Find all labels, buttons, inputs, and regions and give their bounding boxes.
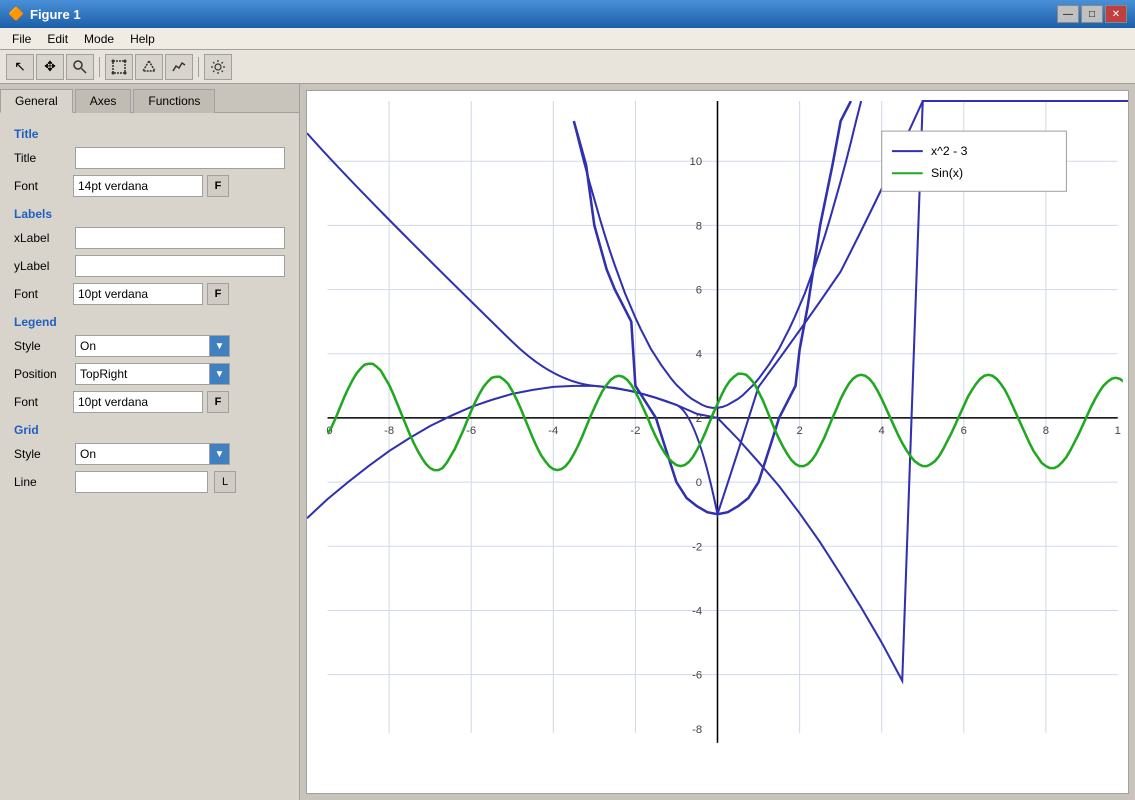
svg-text:8: 8 xyxy=(1043,425,1049,437)
labels-section-heading: Labels xyxy=(14,207,285,221)
menu-edit[interactable]: Edit xyxy=(39,30,76,48)
svg-text:2: 2 xyxy=(796,425,802,437)
toolbar-separator-1 xyxy=(99,57,100,77)
svg-text:-6: -6 xyxy=(466,425,476,437)
svg-text:-6: -6 xyxy=(692,670,702,682)
legend-label-2: Sin(x) xyxy=(931,166,963,180)
svg-text:10: 10 xyxy=(690,156,703,168)
svg-text:-8: -8 xyxy=(384,425,394,437)
ylabel-label: yLabel xyxy=(14,259,69,273)
labels-font-button[interactable]: F xyxy=(207,283,229,305)
svg-text:-2: -2 xyxy=(630,425,640,437)
labels-font-row: Font 10pt verdana F xyxy=(14,283,285,305)
legend-position-value: TopRight xyxy=(76,367,209,381)
tab-general[interactable]: General xyxy=(0,89,73,113)
legend-position-label: Position xyxy=(14,367,69,381)
grid-line-button[interactable]: L xyxy=(214,471,236,493)
tab-bar: General Axes Functions xyxy=(0,84,299,113)
svg-text:-2: -2 xyxy=(692,541,702,553)
title-bar-left: 🔶 Figure 1 xyxy=(8,6,81,22)
title-label: Title xyxy=(14,151,69,165)
grid-style-arrow[interactable]: ▼ xyxy=(209,444,229,464)
title-font-row: Font 14pt verdana F xyxy=(14,175,285,197)
grid-line-label: Line xyxy=(14,475,69,489)
grid-style-value: On xyxy=(76,447,209,461)
svg-text:-8: -8 xyxy=(692,724,702,736)
grid-section-heading: Grid xyxy=(14,423,285,437)
title-font-display: 14pt verdana xyxy=(73,175,203,197)
chart-svg: 0 -8 -6 -4 -2 2 4 6 8 1 10 8 6 4 2 0 -2 … xyxy=(307,91,1128,793)
zoom-tool-button[interactable] xyxy=(66,54,94,80)
legend-font-row: Font 10pt verdana F xyxy=(14,391,285,413)
close-button[interactable]: ✕ xyxy=(1105,5,1127,23)
title-font-button[interactable]: F xyxy=(207,175,229,197)
legend-position-row: Position TopRight ▼ xyxy=(14,363,285,385)
grid-style-select[interactable]: On ▼ xyxy=(75,443,230,465)
xlabel-input[interactable] xyxy=(75,227,285,249)
legend-style-arrow[interactable]: ▼ xyxy=(209,336,229,356)
menu-help[interactable]: Help xyxy=(122,30,163,48)
pan-tool-button[interactable]: ✥ xyxy=(36,54,64,80)
window-title: Figure 1 xyxy=(30,7,81,22)
maximize-button[interactable]: □ xyxy=(1081,5,1103,23)
menu-mode[interactable]: Mode xyxy=(76,30,122,48)
legend-font-button[interactable]: F xyxy=(207,391,229,413)
parabola-correct xyxy=(574,101,851,514)
title-input[interactable] xyxy=(75,147,285,169)
svg-text:6: 6 xyxy=(961,425,967,437)
legend-label-1: x^2 - 3 xyxy=(931,144,968,158)
app-icon: 🔶 xyxy=(8,6,24,22)
legend-font-display: 10pt verdana xyxy=(73,391,203,413)
title-row: Title xyxy=(14,147,285,169)
svg-text:-4: -4 xyxy=(692,606,702,618)
menu-file[interactable]: File xyxy=(4,30,39,48)
settings-tool-button[interactable] xyxy=(204,54,232,80)
xlabel-row: xLabel xyxy=(14,227,285,249)
grid-line-row: Line L xyxy=(14,471,285,493)
left-panel: General Axes Functions Title Title Font … xyxy=(0,84,300,800)
tab-functions[interactable]: Functions xyxy=(133,89,215,113)
cursor-tool-button[interactable]: ↖ xyxy=(6,54,34,80)
title-bar-buttons: — □ ✕ xyxy=(1057,5,1127,23)
svg-text:0: 0 xyxy=(696,477,702,489)
legend-style-select[interactable]: On ▼ xyxy=(75,335,230,357)
svg-text:4: 4 xyxy=(879,425,885,437)
legend-font-label: Font xyxy=(14,395,69,409)
main-content: General Axes Functions Title Title Font … xyxy=(0,84,1135,800)
datapoints-tool-button[interactable] xyxy=(165,54,193,80)
panel-content: Title Title Font 14pt verdana F Labels x… xyxy=(0,113,299,800)
menu-bar: File Edit Mode Help xyxy=(0,28,1135,50)
grid-line-display xyxy=(75,471,208,493)
select-rect-tool-button[interactable] xyxy=(105,54,133,80)
ylabel-row: yLabel xyxy=(14,255,285,277)
labels-font-label: Font xyxy=(14,287,69,301)
legend-box xyxy=(882,131,1067,191)
legend-position-arrow[interactable]: ▼ xyxy=(209,364,229,384)
toolbar-separator-2 xyxy=(198,57,199,77)
legend-style-value: On xyxy=(76,339,209,353)
select-poly-tool-button[interactable] xyxy=(135,54,163,80)
title-section-heading: Title xyxy=(14,127,285,141)
labels-font-display: 10pt verdana xyxy=(73,283,203,305)
ylabel-input[interactable] xyxy=(75,255,285,277)
title-bar: 🔶 Figure 1 — □ ✕ xyxy=(0,0,1135,28)
svg-text:4: 4 xyxy=(696,349,702,361)
title-font-label: Font xyxy=(14,179,69,193)
toolbar: ↖ ✥ xyxy=(0,50,1135,84)
legend-section-heading: Legend xyxy=(14,315,285,329)
svg-text:6: 6 xyxy=(696,285,702,297)
legend-style-row: Style On ▼ xyxy=(14,335,285,357)
xlabel-label: xLabel xyxy=(14,231,69,245)
svg-text:-4: -4 xyxy=(548,425,558,437)
svg-text:8: 8 xyxy=(696,220,702,232)
legend-style-label: Style xyxy=(14,339,69,353)
grid-style-label: Style xyxy=(14,447,69,461)
chart-area: 0 -8 -6 -4 -2 2 4 6 8 1 10 8 6 4 2 0 -2 … xyxy=(306,90,1129,794)
svg-text:1: 1 xyxy=(1115,425,1121,437)
legend-position-select[interactable]: TopRight ▼ xyxy=(75,363,230,385)
tab-axes[interactable]: Axes xyxy=(75,89,132,113)
grid-style-row: Style On ▼ xyxy=(14,443,285,465)
minimize-button[interactable]: — xyxy=(1057,5,1079,23)
